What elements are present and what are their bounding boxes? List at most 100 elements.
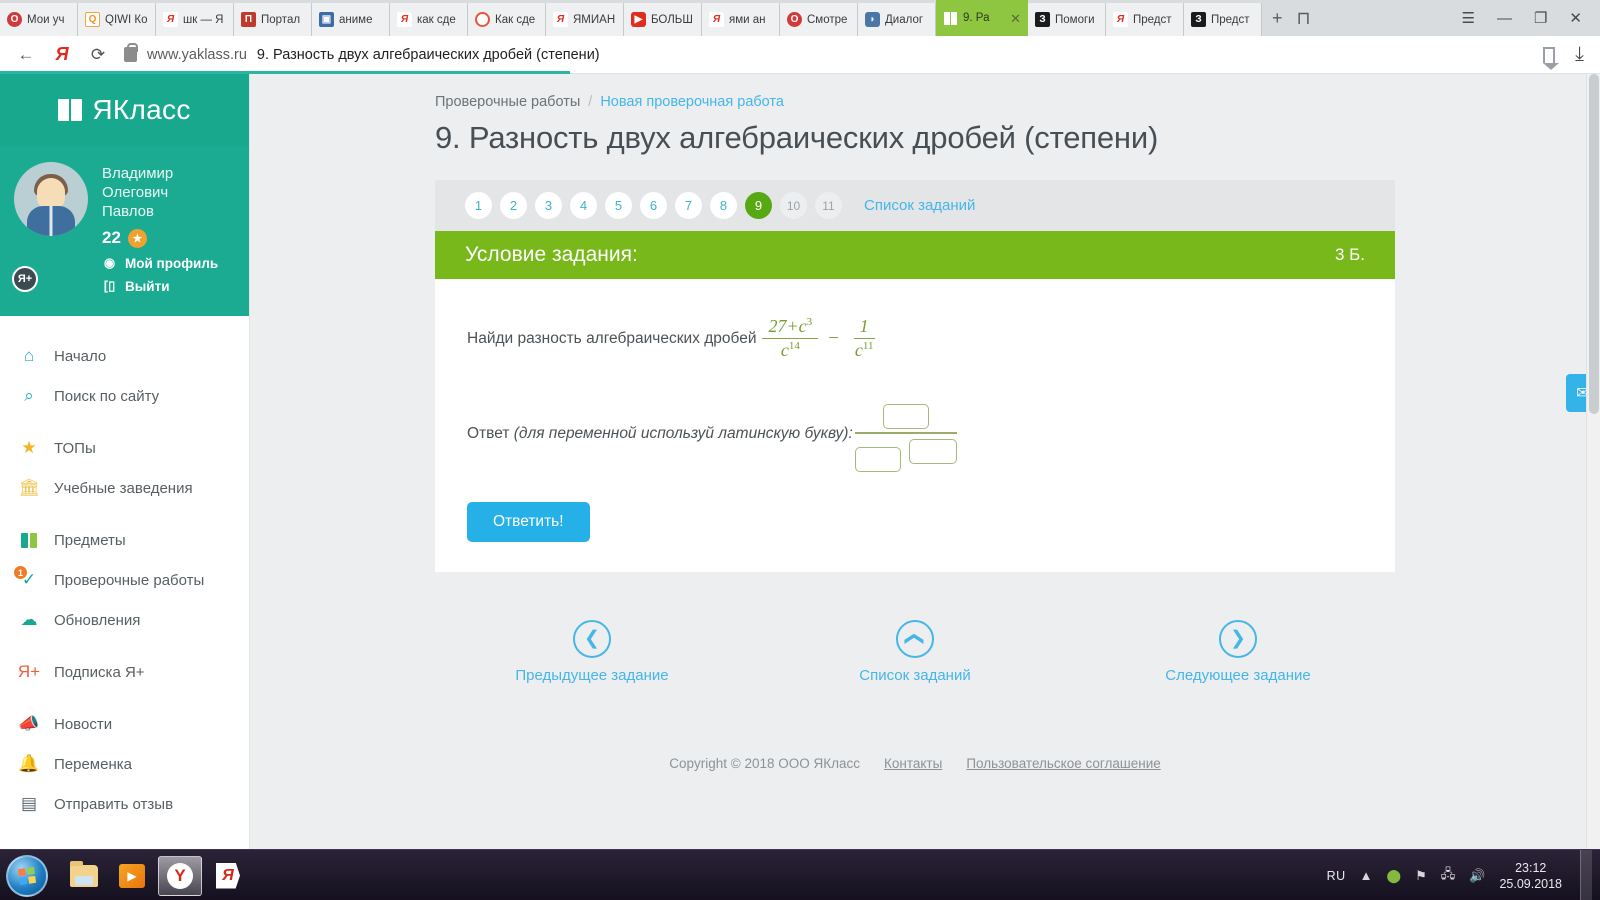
taskbar-item-explorer[interactable] (62, 856, 106, 896)
answer-label-text: Ответ (467, 424, 510, 442)
megaphone-icon: 📣 (18, 714, 40, 733)
answer-denominator-base-input[interactable] (854, 446, 901, 472)
new-tab-button[interactable]: + (1272, 9, 1283, 27)
language-indicator[interactable]: RU (1327, 869, 1346, 883)
user-circle-icon: ◉ (103, 255, 116, 270)
browser-menu-icon[interactable]: ☰ (1462, 9, 1475, 27)
nav-action-chevron-left[interactable]: ❮ Предыдущее задание (477, 619, 707, 684)
taskbar-item-media-player[interactable]: ▶ (110, 856, 154, 896)
show-desktop-button[interactable] (1580, 850, 1592, 900)
bookmark-icon[interactable] (1543, 46, 1560, 70)
chevron-right-icon[interactable]: ❯ (1219, 619, 1257, 658)
browser-tab-5[interactable]: Якак сде (390, 3, 468, 36)
start-button[interactable] (6, 854, 48, 897)
task-points-badge: 3 Б. (1334, 245, 1365, 264)
browser-tab-15[interactable]: З Предст (1184, 3, 1262, 36)
nav-action-label: Список заданий (859, 666, 971, 684)
browser-tab-2[interactable]: Яшк — Я (156, 3, 234, 36)
page-scrollbar[interactable] (1586, 74, 1600, 849)
breadcrumb-root[interactable]: Проверочные работы (435, 94, 580, 110)
browser-tab-active[interactable]: 9. Ра ✕ (936, 0, 1028, 36)
browser-tab-3[interactable]: П Портал (234, 3, 312, 36)
restore-button[interactable]: ❐ (1534, 9, 1547, 27)
close-icon[interactable]: ✕ (1010, 12, 1021, 25)
yaklass-book-icon (943, 11, 958, 26)
footer-agreement-link[interactable]: Пользовательское соглашение (966, 756, 1160, 771)
sidebar-item-отправить-отзыв[interactable]: ▤ Отправить отзыв (0, 784, 249, 824)
browser-tab-9[interactable]: Яями ан (702, 3, 780, 36)
sidebar-item-переменка[interactable]: 🔔 Переменка (0, 744, 249, 784)
taskbar-item-yandex[interactable]: Я (206, 856, 250, 896)
question-number-4[interactable]: 4 (570, 192, 597, 219)
sidebar-item-учебные-заведения[interactable]: 🏛 Учебные заведения (0, 468, 249, 508)
answer-numerator-input[interactable] (882, 404, 929, 429)
url-page-title: 9. Разность двух алгебраических дробей (… (256, 46, 600, 63)
nav-action-chevron-right[interactable]: ❯ Следующее задание (1123, 619, 1353, 684)
browser-tab-14[interactable]: Я Предст (1106, 3, 1184, 36)
chevron-up-icon[interactable]: ❮ (896, 619, 934, 658)
question-number-10[interactable]: 10 (780, 192, 807, 219)
tab-list-icon[interactable]: ⊓ (1297, 9, 1311, 27)
browser-tab-11[interactable]: ◗ Диалог (858, 3, 936, 36)
close-window-button[interactable]: ✕ (1569, 9, 1582, 27)
sidebar-item-подписка-я-[interactable]: Я+ Подписка Я+ (0, 652, 249, 692)
logout-label: Выйти (125, 278, 170, 294)
submit-answer-button[interactable]: Ответить! (467, 501, 590, 542)
minimize-button[interactable]: — (1497, 10, 1512, 27)
footer-contacts-link[interactable]: Контакты (884, 756, 942, 771)
question-number-7[interactable]: 7 (675, 192, 702, 219)
user-points: 22 ★ (102, 228, 218, 248)
tray-update-icon[interactable]: ⬤ (1387, 868, 1402, 884)
back-button[interactable]: ← (16, 45, 36, 65)
tray-volume-icon[interactable]: 🔊 (1469, 868, 1485, 884)
chevron-left-icon[interactable]: ❮ (573, 619, 611, 658)
sidebar-item-предметы[interactable]: Предметы (0, 520, 249, 560)
sidebar-item-новости[interactable]: 📣 Новости (0, 704, 249, 744)
sidebar-item-поиск-по-сайту[interactable]: ⌕ Поиск по сайту (0, 376, 249, 416)
tray-flag-icon[interactable]: ⚑ (1415, 868, 1427, 884)
question-number-2[interactable]: 2 (500, 192, 527, 219)
sidebar: ЯКласс Я+ Владимир Олегович Павлов 22 ★ (0, 74, 250, 849)
reload-button[interactable]: ⟳ (88, 45, 108, 65)
clock[interactable]: 23:12 25.09.2018 (1499, 860, 1562, 892)
sidebar-item-топы[interactable]: ★ ТОПы (0, 428, 249, 468)
address-bar[interactable]: www.yaklass.ru 9. Разность двух алгебраи… (124, 43, 1527, 63)
yandex-home-icon[interactable]: Я (52, 44, 72, 65)
browser-tab-8[interactable]: ▶ БОЛЬШ (624, 3, 702, 36)
nav-action-chevron-up[interactable]: ❮ Список заданий (800, 619, 1030, 684)
browser-tab-6[interactable]: Как сде (468, 3, 546, 36)
sidebar-group-3: Я+ Подписка Я+ (0, 646, 249, 698)
browser-tab-13[interactable]: З Помоги (1028, 3, 1106, 36)
taskbar-item-yandex-browser[interactable]: Y (158, 855, 202, 896)
scrollbar-thumb[interactable] (1589, 74, 1599, 414)
book-logo-icon (58, 99, 83, 121)
download-icon[interactable]: ⤓ (1575, 43, 1584, 66)
browser-tab-1[interactable]: Q QIWI Ко (78, 3, 156, 36)
question-number-3[interactable]: 3 (535, 192, 562, 219)
tray-network-icon[interactable]: 🖧 (1441, 865, 1456, 887)
site-logo[interactable]: ЯКласс (0, 74, 249, 146)
sidebar-item-label: Поиск по сайту (54, 387, 160, 405)
browser-tab-7[interactable]: Я ЯМИАН (546, 3, 624, 36)
sidebar-item-обновления[interactable]: ☁ Обновления (0, 600, 249, 640)
my-profile-link[interactable]: ◉ Мой профиль (102, 255, 218, 271)
question-number-5[interactable]: 5 (605, 192, 632, 219)
browser-tab-4[interactable]: ▣ аниме (312, 3, 390, 36)
browser-tab-10[interactable]: O Смотре (780, 3, 858, 36)
question-number-6[interactable]: 6 (640, 192, 667, 219)
system-tray: RU ▲ ⬤ ⚑ 🖧 🔊 23:12 25.09.2018 (1327, 850, 1600, 900)
sidebar-item-проверочные-работы[interactable]: ✓ 1 Проверочные работы (0, 560, 249, 600)
question-number-1[interactable]: 1 (465, 192, 492, 219)
question-number-11[interactable]: 11 (815, 192, 842, 219)
answer-denominator-exponent-input[interactable] (908, 438, 957, 464)
browser-tab-0[interactable]: O Мои уч (0, 3, 78, 36)
question-number-8[interactable]: 8 (710, 192, 737, 219)
sidebar-item-начало[interactable]: ⌂ Начало (0, 336, 249, 376)
logout-link[interactable]: [▯ Выйти (102, 278, 218, 294)
task-list-link[interactable]: Список заданий (864, 197, 975, 214)
tray-expand-icon[interactable]: ▲ (1360, 868, 1373, 883)
breadcrumb-current[interactable]: Новая проверочная работа (600, 94, 784, 110)
formula-minus-operator: − (828, 327, 839, 349)
question-number-9[interactable]: 9 (745, 192, 772, 219)
avatar[interactable]: Я+ (12, 162, 88, 294)
